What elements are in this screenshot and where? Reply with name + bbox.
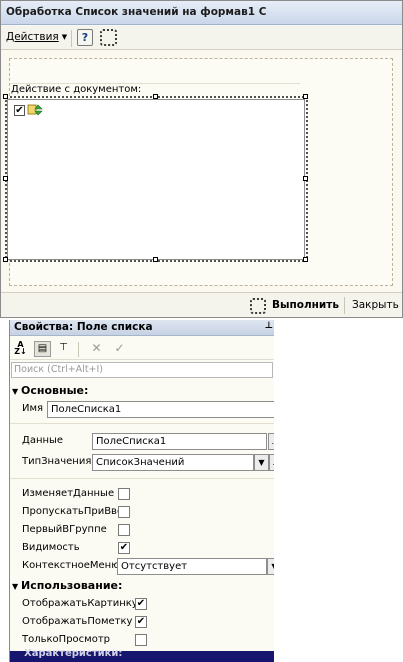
form-toolbar: Действия ▼ ? [1,26,402,50]
prop-label-changes-data: ИзменяетДанные [22,488,115,499]
more-icon[interactable]: … [268,433,274,450]
prop-row-skip-on-input: ПропускатьПриВвод [10,504,274,522]
changes-data-checkbox[interactable] [118,488,130,500]
pin-icon[interactable]: ⊥ [265,321,273,331]
prop-row-value-type: ТипЗначения СписокЗначений ▼ … [10,454,274,472]
prop-label-show-mark: ОтображатьПометку [22,616,133,627]
resize-handle[interactable] [3,257,8,262]
help-icon: ? [81,31,89,44]
group-label: Действие с документом: [11,84,142,95]
prop-label-value-type: ТипЗначения [22,456,92,467]
properties-toolbar: A Z↓ ▤ ⊤ ✕ ✓ [10,338,274,360]
toolbar-separator [344,297,345,314]
resize-handle[interactable] [153,94,158,99]
close-button[interactable]: Закрыть [352,299,399,311]
prop-label-first-in-group: ПервыйВГруппе [22,524,107,535]
prop-row-visible: Видимость ✔ [10,540,274,558]
group-main[interactable]: ▼ Основные: [10,384,274,402]
expand-icon: ▼ [12,387,19,396]
form-command-bar: Выполнить Закрыть [1,292,402,317]
prop-label-read-only: ТолькоПросмотр [22,634,110,645]
group-characteristics-label: Характеристики: [24,648,123,659]
prop-label-skip-on-input: ПропускатьПриВвод [22,506,118,517]
prop-label-show-picture: ОтображатьКартинку [22,598,138,609]
chevron-down-icon[interactable]: ▼ [267,558,274,575]
run-button[interactable]: Выполнить [272,299,339,311]
row-divider [10,423,274,424]
help-button[interactable]: ? [77,29,93,46]
group-main-label: Основные: [21,384,89,397]
properties-title-text: Свойства: Поле списка [14,321,153,333]
list-item-picture-icon [27,104,43,116]
expand-icon: ▼ [12,582,19,591]
resize-handle[interactable] [3,94,8,99]
first-in-group-checkbox[interactable] [118,524,130,536]
categorized-view-icon[interactable]: ▤ [34,341,51,357]
row-divider [10,478,274,479]
clear-icon[interactable]: ✕ [88,341,105,357]
context-menu-field[interactable]: Отсутствует [117,558,267,575]
read-only-checkbox[interactable] [135,634,147,646]
prop-row-show-mark: ОтображатьПометку ✔ [10,614,274,632]
more-icon[interactable]: … [269,454,274,471]
prop-row-changes-data: ИзменяетДанные [10,486,274,504]
resize-handle[interactable] [303,176,308,181]
group-usage-label: Использование: [21,579,123,592]
group-characteristics[interactable]: Характеристики: [10,648,274,662]
show-picture-checkbox[interactable]: ✔ [135,598,147,610]
prop-row-first-in-group: ПервыйВГруппе [10,522,274,540]
properties-panel: Свойства: Поле списка ⊥ A Z↓ ▤ ⊤ ✕ ✓ Поис… [9,320,274,662]
group-usage[interactable]: ▼ Использование: [10,579,274,597]
list-item-checkbox[interactable]: ✔ [14,105,25,116]
skip-on-input-checkbox[interactable] [118,506,130,518]
prop-label-data: Данные [22,435,64,446]
frame-icon[interactable] [100,29,117,46]
toolbar-separator [71,30,72,47]
prop-row-show-picture: ОтображатьКартинку ✔ [10,596,274,614]
actions-menu[interactable]: Действия ▼ [6,31,67,43]
resize-handle[interactable] [303,257,308,262]
name-field[interactable]: ПолеСписка1 [47,401,274,418]
properties-title: Свойства: Поле списка ⊥ [10,320,274,336]
resize-handle[interactable] [153,257,158,262]
form-designer-window: Обработка Список значений на формав1 С Д… [0,0,403,318]
prop-label-visible: Видимость [22,542,80,553]
actions-menu-label: Действия [6,31,59,43]
form-title: Обработка Список значений на формав1 С [1,1,402,25]
toolbar-separator [78,342,79,357]
chevron-down-icon[interactable]: ▼ [254,454,269,471]
prop-row-name: Имя ПолеСписка1 [10,401,274,419]
chevron-down-icon: ▼ [61,33,68,41]
value-list-field[interactable] [7,99,305,260]
value-type-field[interactable]: СписокЗначений [92,454,254,471]
prop-label-name: Имя [22,403,44,414]
prop-row-data: Данные ПолеСписка1 … [10,433,274,451]
data-field[interactable]: ПолеСписка1 [92,433,267,450]
prop-row-context-menu: КонтекстноеМеню Отсутствует ▼ [10,558,274,576]
properties-search-input[interactable]: Поиск (Ctrl+Alt+I) [11,362,273,378]
filter-icon[interactable]: ⊤ [55,341,72,357]
resize-handle[interactable] [3,176,8,181]
apply-icon[interactable]: ✓ [111,341,128,357]
visible-checkbox[interactable]: ✔ [118,542,130,554]
resize-handle[interactable] [303,94,308,99]
prop-label-context-menu: КонтекстноеМеню [22,560,118,571]
show-mark-checkbox[interactable]: ✔ [135,616,147,628]
sort-alphabetical-icon[interactable]: A Z↓ [12,341,29,357]
frame-icon [250,298,266,314]
